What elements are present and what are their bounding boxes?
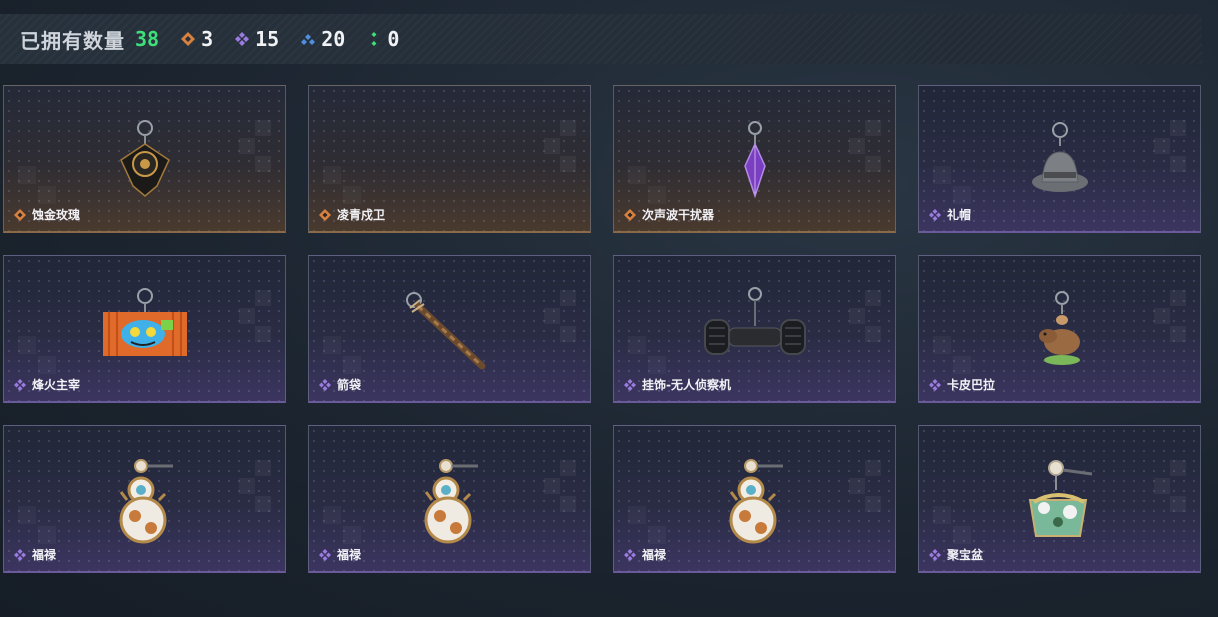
pendant-name: 卡皮巴拉 <box>947 378 996 392</box>
card-decor-squares <box>544 290 580 356</box>
card-decor-squares <box>239 460 275 526</box>
pendant-name: 箭袋 <box>337 378 362 392</box>
card-decor-squares <box>849 120 885 186</box>
pendant-card[interactable]: 次声波干扰器 <box>613 85 896 233</box>
pendant-name: 福禄 <box>642 548 667 562</box>
pendant-name: 聚宝盆 <box>947 548 984 562</box>
pendant-card[interactable]: 聚宝盆 <box>918 425 1201 573</box>
stat-purple: 15 <box>235 27 279 51</box>
pendant-name: 福禄 <box>337 548 362 562</box>
pendant-card[interactable]: 礼帽 <box>918 85 1201 233</box>
owned-count-label: 已拥有数量 <box>20 28 125 53</box>
gourd-pendant-icon <box>729 459 783 544</box>
pendant-name: 蚀金玫瑰 <box>32 208 81 222</box>
pendant-label: 烽火主宰 <box>14 376 80 393</box>
stat-green: 0 <box>367 27 399 51</box>
stat-green-count: 0 <box>387 27 400 51</box>
purple-rarity-icon <box>319 378 331 391</box>
purple-rarity-icon <box>929 378 941 391</box>
pendant-name: 烽火主宰 <box>32 378 81 392</box>
pendant-label: 箭袋 <box>319 376 361 393</box>
card-decor-squares <box>1154 120 1190 186</box>
card-decor-squares-left <box>933 166 973 206</box>
pendant-card[interactable]: 烽火主宰 <box>3 255 286 403</box>
purple-rarity-icon <box>14 548 26 561</box>
card-decor-squares <box>1154 460 1190 526</box>
gray-fedora-pendant-icon <box>1031 122 1088 192</box>
purple-rarity-icon <box>14 378 26 391</box>
purple-rarity-icon <box>929 208 941 221</box>
pendant-name: 福禄 <box>32 548 57 562</box>
card-decor-squares-left <box>18 506 58 546</box>
card-decor-squares-left <box>628 336 668 376</box>
orange-rarity-icon <box>14 208 26 221</box>
purple-rarity-icon <box>624 548 636 561</box>
pendant-name: 礼帽 <box>947 208 972 222</box>
blue-diamond-icon <box>301 34 316 45</box>
card-decor-squares-left <box>18 166 58 206</box>
pendant-card[interactable]: 箭袋 <box>308 255 591 403</box>
card-decor-squares <box>239 120 275 186</box>
card-decor-squares-left <box>323 166 363 206</box>
pendant-label: 蚀金玫瑰 <box>14 206 80 223</box>
stat-orange-count: 3 <box>201 27 214 51</box>
pendant-card[interactable]: 凌青戍卫 <box>308 85 591 233</box>
pendant-card[interactable]: 蚀金玫瑰 <box>3 85 286 233</box>
gourd-pendant-icon <box>119 459 173 544</box>
empty-icon <box>390 116 510 211</box>
orange-rarity-icon <box>624 208 636 221</box>
pendant-name: 凌青戍卫 <box>337 208 386 222</box>
stat-purple-count: 15 <box>255 27 280 51</box>
orange-diamond-icon <box>181 32 196 46</box>
stat-blue-count: 20 <box>321 27 346 51</box>
collection-header: 已拥有数量 38 3 15 20 0 <box>0 14 1202 64</box>
card-decor-squares <box>849 290 885 356</box>
pendant-card[interactable]: 福禄 <box>3 425 286 573</box>
card-decor-squares-left <box>323 506 363 546</box>
pendant-label: 聚宝盆 <box>929 546 983 563</box>
owned-count-value: 38 <box>135 27 160 51</box>
pendant-label: 礼帽 <box>929 206 971 223</box>
pendant-card[interactable]: 福禄 <box>308 425 591 573</box>
card-decor-squares-left <box>18 336 58 376</box>
stat-orange: 3 <box>181 27 213 51</box>
card-decor-squares-left <box>323 336 363 376</box>
purple-rarity-icon <box>319 548 331 561</box>
pendant-label: 凌青戍卫 <box>319 206 385 223</box>
purple-rarity-icon <box>929 548 941 561</box>
pendant-name: 次声波干扰器 <box>642 208 715 222</box>
card-decor-squares <box>544 460 580 526</box>
pendant-label: 挂饰-无人侦察机 <box>624 376 731 393</box>
card-decor-squares <box>1154 290 1190 356</box>
card-decor-squares-left <box>933 506 973 546</box>
pendant-name: 挂饰-无人侦察机 <box>642 378 731 392</box>
pendant-label: 福禄 <box>624 546 666 563</box>
purple-crystal-pendant-icon <box>743 121 766 199</box>
pendant-card[interactable]: 挂饰-无人侦察机 <box>613 255 896 403</box>
graffiti-container-pendant-icon <box>102 288 187 356</box>
green-dots-icon <box>371 32 377 46</box>
quiver-pendant-icon <box>405 292 485 370</box>
pendant-label: 福禄 <box>319 546 361 563</box>
card-decor-squares <box>544 120 580 186</box>
treasure-bowl-pendant-icon <box>1028 460 1092 537</box>
card-decor-squares-left <box>628 506 668 546</box>
purple-rarity-icon <box>624 378 636 391</box>
orange-rarity-icon <box>319 208 331 221</box>
capybara-pendant-icon <box>1038 291 1080 365</box>
stat-blue: 20 <box>301 27 345 51</box>
purple-diamond-icon <box>235 32 250 46</box>
pendant-card[interactable]: 卡皮巴拉 <box>918 255 1201 403</box>
gourd-pendant-icon <box>424 459 478 544</box>
card-decor-squares-left <box>933 336 973 376</box>
card-decor-squares-left <box>628 166 668 206</box>
pendant-card[interactable]: 福禄 <box>613 425 896 573</box>
drone-pendant-icon <box>703 287 806 355</box>
pendant-label: 次声波干扰器 <box>624 206 714 223</box>
black-gold-rose-pendant-icon <box>119 120 170 197</box>
pendant-label: 福禄 <box>14 546 56 563</box>
card-decor-squares <box>239 290 275 356</box>
pendant-label: 卡皮巴拉 <box>929 376 995 393</box>
card-decor-squares <box>849 460 885 526</box>
